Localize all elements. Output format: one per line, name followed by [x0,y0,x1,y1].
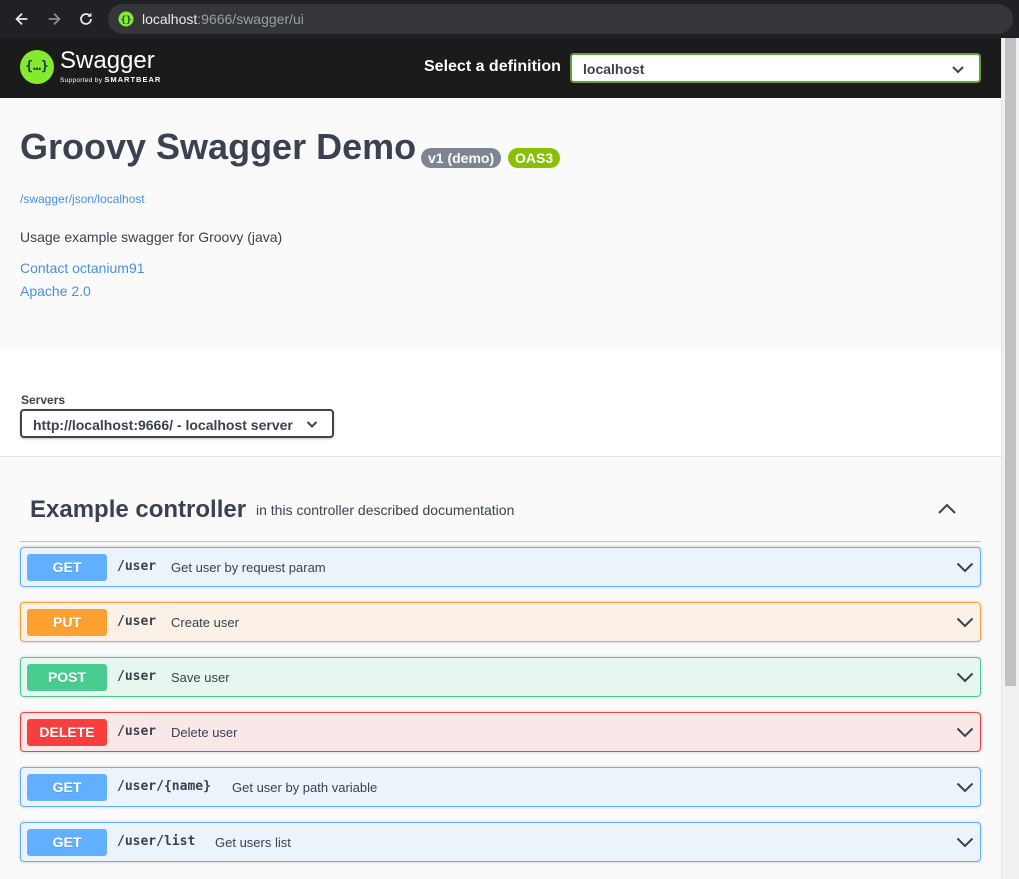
operation-summary: Get user by request param [171,560,326,575]
url-text[interactable]: localhost:9666/swagger/ui [142,11,304,27]
api-description: Usage example swagger for Groovy (java) [20,229,283,245]
operation-path: /user [117,614,157,629]
swagger-logo-icon: {…} [20,49,54,84]
site-info-icon[interactable]: {} [118,11,134,27]
chevron-down-icon [956,617,974,628]
logo-wordmark: Swagger [60,47,155,74]
definition-select[interactable]: localhost [570,53,981,83]
tag-title: Example controller [30,496,247,523]
chevron-down-icon [956,782,974,793]
url-path: :9666/swagger/ui [197,11,304,27]
tag-section-header[interactable]: Example controller in this controller de… [20,488,981,542]
operation-path: /user [117,669,157,684]
operation-delete-user[interactable]: DELETE /user Delete user [20,712,981,752]
browser-toolbar: {} localhost:9666/swagger/ui [0,0,1019,38]
scrollbar-thumb[interactable] [1005,38,1016,686]
address-bar[interactable]: {} localhost:9666/swagger/ui [108,4,1013,34]
oas-badge: OAS3 [508,148,561,168]
method-badge: PUT [27,609,107,636]
method-badge: DELETE [27,719,107,746]
servers-label: Servers [21,393,66,407]
operation-summary: Save user [171,670,230,685]
method-badge: GET [27,829,107,856]
page-viewport: {…} Swagger Supported by SMARTBEAR Selec… [0,38,1019,879]
version-badge: v1 (demo) [421,148,502,168]
chevron-up-icon[interactable] [937,502,957,516]
operation-summary: Get user by path variable [232,780,378,795]
vertical-scrollbar[interactable] [1001,38,1019,879]
operation-get-user-list[interactable]: GET /user/list Get users list [20,822,981,862]
servers-select[interactable]: http://localhost:9666/ - localhost serve… [20,409,334,438]
chevron-down-icon [956,837,974,848]
operation-path: /user/{name} [117,779,211,794]
method-badge: GET [27,554,107,581]
method-badge: GET [27,774,107,801]
url-host: localhost [142,11,198,27]
spec-json-link[interactable]: /swagger/json/localhost [20,192,145,206]
contact-link[interactable]: Contact octanium91 [20,260,145,276]
operation-summary: Delete user [171,725,238,740]
method-badge: POST [27,664,107,691]
forward-arrow-icon[interactable] [42,7,66,31]
definition-select-value: localhost [583,61,645,77]
operation-summary: Get users list [215,835,291,850]
operation-post-user[interactable]: POST /user Save user [20,657,981,697]
logo-tagline: Supported by SMARTBEAR [60,75,162,84]
servers-section: Servers http://localhost:9666/ - localho… [0,349,1001,457]
chevron-down-icon [306,421,318,428]
tag-description: in this controller described documentati… [256,502,515,518]
svg-text:{}: {} [121,16,132,26]
back-arrow-icon[interactable] [10,7,34,31]
chevron-down-icon [956,562,974,573]
servers-select-value: http://localhost:9666/ - localhost serve… [33,417,293,433]
chevron-down-icon [956,727,974,738]
page-title: Groovy Swagger Demo [20,126,417,167]
chevron-down-icon [952,66,964,74]
operation-summary: Create user [171,615,239,630]
operation-path: /user [117,724,157,739]
operation-path: /user [117,559,157,574]
swagger-logo[interactable]: {…} Swagger Supported by SMARTBEAR [20,49,161,84]
reload-icon[interactable] [74,7,98,31]
swagger-topbar: {…} Swagger Supported by SMARTBEAR Selec… [0,38,1001,98]
license-link[interactable]: Apache 2.0 [20,283,91,299]
operation-get-user[interactable]: GET /user Get user by request param [20,547,981,587]
operation-put-user[interactable]: PUT /user Create user [20,602,981,642]
operation-path: /user/list [117,834,196,849]
definition-label: Select a definition [424,58,561,75]
operation-get-user-by-name[interactable]: GET /user/{name} Get user by path variab… [20,767,981,807]
chevron-down-icon [956,672,974,683]
